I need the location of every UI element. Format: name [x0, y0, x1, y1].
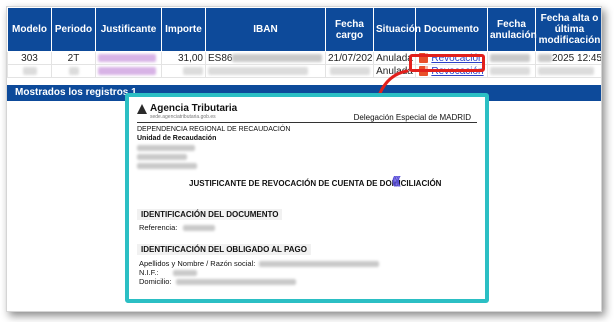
- col-header-situacion[interactable]: Situación: [373, 7, 421, 52]
- col-header-fecha-alta[interactable]: Fecha alta o última modificación: [535, 7, 601, 52]
- cell-importe: 31,00: [161, 51, 206, 65]
- screenshot-frame: Modelo Periodo Justificante Importe IBAN…: [6, 6, 602, 312]
- document-title: JUSTIFICANTE DE REVOCACIÓN DE CUENTA DE …: [189, 179, 442, 188]
- reference-row: Referencia:: [139, 223, 216, 232]
- agency-logo: Agencia Tributaria: [137, 103, 237, 114]
- nif-label: N.I.F.:: [139, 268, 159, 277]
- domiciliations-table: Modelo Periodo Justificante Importe IBAN…: [7, 7, 602, 78]
- reference-label: Referencia:: [139, 223, 178, 232]
- redacted-text: [232, 53, 323, 62]
- cell-fecha-alta: 2025 12:45: [535, 51, 602, 65]
- table-header-row: Modelo Periodo Justificante Importe IBAN…: [7, 7, 601, 52]
- redacted-text: [490, 66, 530, 75]
- fecha-alta-suffix: 2025 12:45: [552, 52, 602, 64]
- redacted-text: [183, 225, 216, 232]
- redacted-text: [172, 270, 197, 277]
- redacted-text: [137, 154, 187, 160]
- cell-justificante: [95, 64, 162, 78]
- col-header-modelo[interactable]: Modelo: [7, 7, 52, 52]
- name-label: Apellidos y Nombre / Razón social:: [139, 259, 256, 268]
- table-row: Anulada Revocación: [7, 64, 601, 78]
- redacted-text: [137, 163, 197, 169]
- cell-iban: ES86: [205, 51, 326, 65]
- col-header-documento[interactable]: Documento: [415, 7, 488, 52]
- divider: [137, 122, 477, 123]
- records-shown-text: Mostrados los registros 1: [15, 87, 137, 98]
- col-header-iban[interactable]: IBAN: [205, 7, 326, 52]
- redacted-address: [137, 145, 197, 172]
- address-label: Domicilio:: [139, 277, 172, 286]
- col-header-fecha-anulacion[interactable]: Fecha anulación: [487, 7, 537, 52]
- cell-iban: [205, 64, 326, 78]
- cell-justificante: [95, 51, 162, 65]
- cell-periodo: 2T: [51, 51, 96, 65]
- redacted-text: [22, 66, 37, 75]
- redacted-text: [183, 66, 203, 75]
- section-document-id: IDENTIFICACIÓN DEL DOCUMENTO: [137, 209, 283, 220]
- redacted-text: [137, 145, 195, 151]
- nif-row: N.I.F.:: [139, 268, 197, 277]
- redacted-text: [98, 66, 156, 75]
- col-header-periodo[interactable]: Periodo: [51, 7, 96, 52]
- cell-modelo: 303: [7, 51, 52, 65]
- iban-prefix: ES86: [208, 52, 233, 64]
- delegation-name: Delegación Especial de MADRID: [353, 113, 471, 122]
- cell-fecha-anulacion: [487, 64, 536, 78]
- name-row: Apellidos y Nombre / Razón social:: [139, 259, 380, 268]
- redacted-text: [98, 53, 156, 62]
- cell-modelo: [7, 64, 52, 78]
- agency-url: sede.agenciatributaria.gob.es: [150, 114, 216, 120]
- signal-waves-icon: ((((: [392, 175, 401, 187]
- redacted-text: [208, 66, 308, 75]
- col-header-importe[interactable]: Importe: [161, 7, 206, 52]
- col-header-justificante[interactable]: Justificante: [95, 7, 162, 52]
- cell-importe: [161, 64, 206, 78]
- redacted-text: [259, 261, 380, 268]
- redacted-text: [538, 53, 552, 62]
- redacted-text: [538, 66, 594, 75]
- agency-name: Agencia Tributaria: [150, 103, 238, 114]
- section-obligado: IDENTIFICACIÓN DEL OBLIGADO AL PAGO: [137, 244, 311, 255]
- highlight-box: [409, 54, 485, 72]
- cell-fecha-cargo: 21/07/2025: [325, 51, 374, 65]
- department: DEPENDENCIA REGIONAL DE RECAUDACIÓN: [137, 126, 291, 133]
- redacted-text: [490, 53, 530, 62]
- table-row: 303 2T 31,00 ES86 21/07/2025 Anulada Rev…: [7, 51, 602, 65]
- cell-fecha-anulacion: [487, 51, 536, 65]
- col-header-fecha-cargo[interactable]: Fecha cargo: [325, 7, 374, 52]
- address-row: Domicilio:: [139, 277, 296, 286]
- redacted-text: [175, 279, 296, 286]
- unit: Unidad de Recaudación: [137, 135, 217, 142]
- revocation-document-preview: Agencia Tributaria sede.agenciatributari…: [125, 93, 489, 303]
- cell-fecha-alta: [535, 64, 601, 78]
- cell-periodo: [51, 64, 96, 78]
- redacted-text: [68, 66, 79, 75]
- agency-logo-icon: [137, 103, 147, 114]
